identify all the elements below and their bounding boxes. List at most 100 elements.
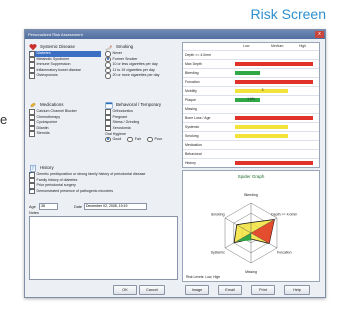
risk-factor-bar xyxy=(235,133,289,138)
risk-factor-bar xyxy=(235,124,289,129)
risk-factor-name: Medication xyxy=(185,142,202,147)
left-text-fragment: e xyxy=(0,112,8,127)
smoking-option-radio[interactable] xyxy=(105,73,111,79)
calendar-icon xyxy=(105,101,113,108)
medication-label: Calcium Channel Blocker xyxy=(36,109,77,114)
risk-factor-row: Systemic xyxy=(183,122,319,130)
spider-axis-label: Systemic xyxy=(211,251,225,255)
close-button[interactable]: x xyxy=(315,31,324,38)
risk-factor-bar xyxy=(235,79,313,84)
medications-list: Calcium Channel Blocker Chemotherapy Cyclo… xyxy=(29,109,101,137)
systemic-disease-label: Osteoporosis xyxy=(36,73,58,78)
hygiene-option-radio[interactable] xyxy=(127,136,133,143)
history-label: Prior periodontal surgery xyxy=(36,183,76,188)
risk-factor-bar xyxy=(235,160,313,165)
systemic-disease-checkbox[interactable] xyxy=(29,73,35,79)
risk-factor-bar xyxy=(235,61,313,66)
cancel-button[interactable]: Cancel xyxy=(139,285,165,295)
risk-factor-row: Behavioral xyxy=(183,149,319,157)
risk-factor-name: Behavioral xyxy=(185,151,202,156)
hygiene-option-label: Fair xyxy=(134,137,141,142)
smoking-option-item[interactable]: 20 or more cigarettes per day xyxy=(105,73,179,79)
history-list: Genetic predisposition or strong family … xyxy=(29,171,179,194)
risk-factor-name: Furcation xyxy=(185,79,200,84)
risk-factor-grid: Low Medium High Depth >= 4.0mm Max Depth Ble… xyxy=(182,42,320,168)
history-header: History xyxy=(29,163,179,172)
systemic-disease-label: Diabetes xyxy=(36,51,51,56)
age-input[interactable]: 38 xyxy=(39,203,58,211)
behavioral-header: Behavioral / Temporary xyxy=(105,100,179,109)
smoking-options: Never Former Smoker 10 or less cigarettes … xyxy=(105,51,179,79)
window-title: Personalized Risk Assessment xyxy=(28,32,83,37)
patient-info: Age 38 Date December 02, 2008, 19:19 Not… xyxy=(29,203,179,280)
history-heading: History xyxy=(40,165,54,170)
systemic-disease-list: DiabetesMetabolic SyndromeImmune Suppres… xyxy=(29,50,101,79)
systemic-disease-heading: Systemic Disease xyxy=(40,44,75,49)
print-button[interactable]: Print xyxy=(251,285,275,295)
hygiene-option-label: Poor xyxy=(154,137,163,142)
hygiene-option-item[interactable]: Fair xyxy=(127,136,141,143)
risk-factor-name: Depth >= 4.0mm xyxy=(185,52,212,57)
risk-level-header: High xyxy=(299,44,307,48)
risk-factor-value: 1.6% xyxy=(247,97,255,102)
risk-factor-name: Smoking xyxy=(185,133,199,138)
behavioral-checkbox[interactable] xyxy=(105,125,111,131)
spider-axis-label: Missing xyxy=(245,270,257,274)
hygiene-option-radio[interactable] xyxy=(105,136,111,143)
risk-level-header: Medium xyxy=(271,44,284,48)
risk-factor-row: Depth >= 4.0mm xyxy=(183,50,319,58)
history-checkbox[interactable] xyxy=(29,188,35,194)
risk-factor-name: Bone Loss / Age xyxy=(185,115,211,120)
hygiene-option-item[interactable]: Poor xyxy=(147,136,163,143)
behavioral-label: Pregnant xyxy=(112,114,128,119)
image-button[interactable]: Image xyxy=(185,285,209,295)
behavioral-section: Behavioral / Temporary Orthodontics Pregn… xyxy=(105,100,179,143)
smoking-option-radio[interactable] xyxy=(105,51,111,57)
risk-factor-bar xyxy=(235,70,260,75)
smoking-heading: Smoking xyxy=(116,44,134,49)
oral-hygiene-options: Good Fair Poor xyxy=(105,136,179,143)
risk-factor-name: History xyxy=(185,160,196,165)
medication-item[interactable]: Steroids xyxy=(29,131,101,137)
risk-factor-row: Medication xyxy=(183,140,319,148)
pill-icon xyxy=(30,102,36,107)
smoking-option-label: 20 or more cigarettes per day xyxy=(112,73,160,78)
history-item[interactable]: Demonstrated presence of pathogenic micr… xyxy=(29,188,179,194)
risk-factor-name: Bleeding xyxy=(185,70,199,75)
smoking-option-radio[interactable] xyxy=(105,62,111,68)
ok-button[interactable]: OK xyxy=(113,285,137,295)
history-section: History Genetic predisposition or strong… xyxy=(29,163,179,194)
risk-factor-row: Plaque 1.6% xyxy=(183,95,319,103)
spider-axis-label: Bleeding xyxy=(244,193,258,197)
spider-axis-label: Smoking xyxy=(211,212,225,216)
behavioral-label: Stress / Grinding xyxy=(112,120,140,125)
risk-factor-row: Smoking xyxy=(183,131,319,139)
behavioral-list: Orthodontics Pregnant Stress / Grinding Xer… xyxy=(105,109,179,131)
behavioral-label: Xerostomia xyxy=(112,125,131,130)
date-input[interactable]: December 02, 2008, 19:19 xyxy=(84,203,147,211)
risk-assessment-window: Personalized Risk Assessment x Systemic … xyxy=(24,29,326,298)
email-button[interactable]: Email xyxy=(218,285,242,295)
behavioral-label: Orthodontics xyxy=(112,109,133,114)
hygiene-option-item[interactable]: Good xyxy=(105,136,121,143)
help-button[interactable]: Help xyxy=(284,285,310,295)
risk-factor-row: Bone Loss / Age xyxy=(183,113,319,121)
medications-header: Medications xyxy=(29,100,101,109)
spider-axis-label: Furcation xyxy=(277,251,292,255)
medication-checkbox[interactable] xyxy=(29,131,35,137)
notes-label: Notes xyxy=(29,211,39,216)
systemic-disease-item[interactable]: Osteoporosis xyxy=(29,73,101,79)
risk-factor-row: History xyxy=(183,158,319,166)
hygiene-option-radio[interactable] xyxy=(147,136,153,143)
behavioral-item[interactable]: Xerostomia xyxy=(105,125,179,131)
date-label: Date xyxy=(74,204,83,209)
risk-factor-row: Bleeding xyxy=(183,68,319,76)
risk-factor-value: 3 xyxy=(261,88,264,93)
cigarette-icon xyxy=(105,44,112,51)
systemic-disease-label: Immune Suppression xyxy=(36,62,71,67)
notes-textarea[interactable] xyxy=(29,216,178,280)
risk-factor-row: Missing xyxy=(183,104,319,112)
history-label: Genetic predisposition or strong family … xyxy=(36,172,146,177)
spider-axis-label: Depth >= 4.0mm xyxy=(271,212,297,216)
medication-label: Cyclosporine xyxy=(36,120,58,125)
